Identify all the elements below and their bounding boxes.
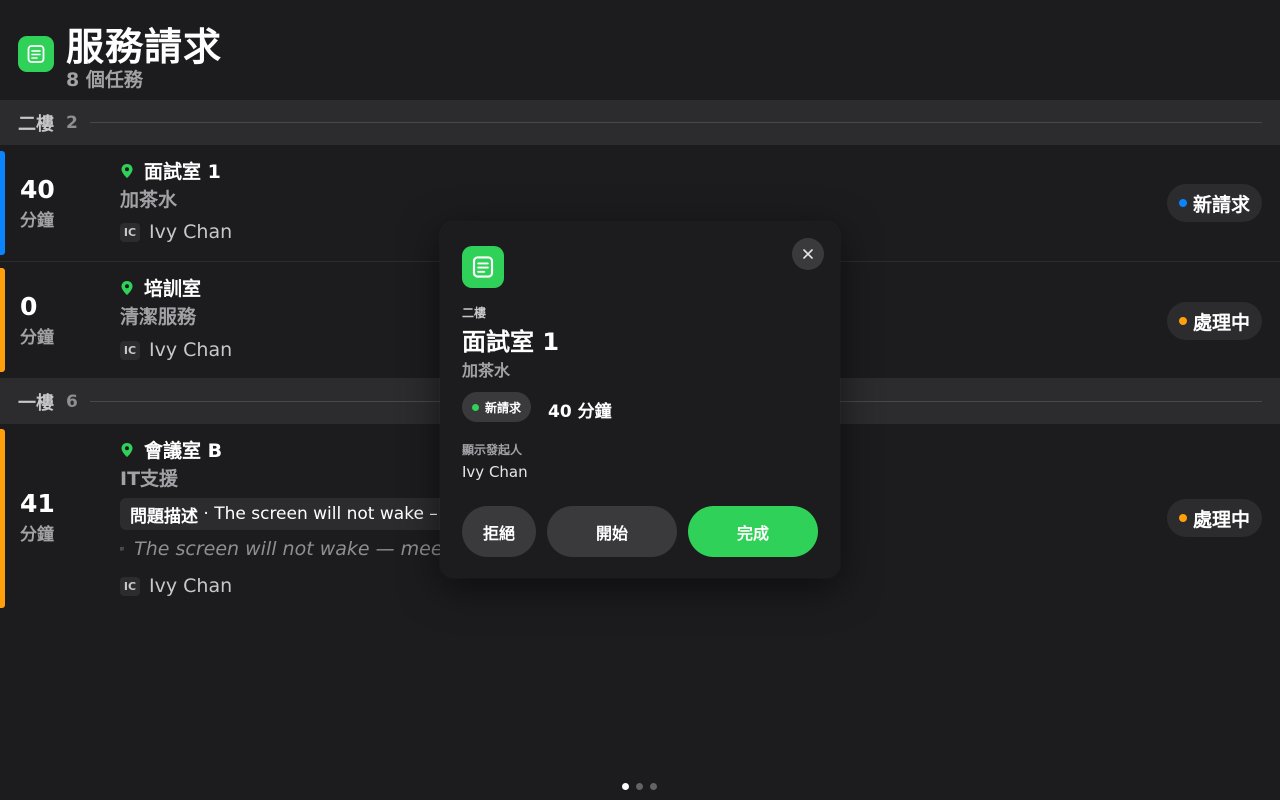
elapsed-minutes: 0 bbox=[20, 292, 38, 321]
page-header: 服務請求 8 個任務 bbox=[18, 14, 1262, 100]
location-name: 培訓室 bbox=[144, 278, 202, 300]
note-text: The screen will not wake — meet bbox=[134, 538, 450, 560]
section-name: 一樓 bbox=[18, 392, 54, 414]
section-name: 二樓 bbox=[18, 113, 54, 135]
reject-button[interactable]: 拒絕 bbox=[462, 506, 536, 557]
service-type: IT支援 bbox=[120, 468, 179, 490]
minutes-unit: 分鐘 bbox=[20, 211, 54, 231]
page-dot-3[interactable] bbox=[650, 783, 657, 790]
service-type: 清潔服務 bbox=[120, 306, 197, 328]
avatar: IC bbox=[120, 340, 140, 360]
modal-elapsed: 40 分鐘 bbox=[548, 402, 612, 422]
description-separator: · bbox=[198, 504, 215, 524]
avatar: IC bbox=[120, 576, 140, 596]
status-label: 處理中 bbox=[1192, 311, 1250, 334]
start-button[interactable]: 開始 bbox=[547, 506, 677, 557]
requester: IC Ivy Chan bbox=[120, 339, 232, 361]
page-title: 服務請求 bbox=[66, 25, 223, 69]
elapsed-minutes: 41 bbox=[20, 489, 55, 518]
location-pin-icon bbox=[121, 442, 133, 457]
requester-label: 顯示發起人 bbox=[462, 443, 523, 457]
page-indicator[interactable] bbox=[622, 783, 664, 790]
requester-name: Ivy Chan bbox=[149, 339, 233, 361]
location-pin-icon bbox=[121, 280, 133, 295]
modal-service: 加茶水 bbox=[462, 361, 511, 380]
status-label: 處理中 bbox=[1192, 508, 1250, 531]
complete-button[interactable]: 完成 bbox=[688, 506, 818, 557]
requester-name: Ivy Chan bbox=[149, 575, 233, 597]
description-label: 問題描述 bbox=[130, 506, 198, 527]
location-name: 會議室 B bbox=[144, 440, 223, 462]
elapsed-minutes: 40 bbox=[20, 175, 55, 204]
request-detail-modal: 二樓 面試室 1 加茶水 新請求 40 分鐘 顯示發起人 Ivy Chan 拒絕… bbox=[440, 222, 840, 578]
location-pin-icon bbox=[121, 163, 133, 178]
section-count: 6 bbox=[66, 391, 78, 412]
comment-icon bbox=[120, 547, 125, 552]
status-bar bbox=[0, 268, 5, 372]
note: The screen will not wake — meet bbox=[120, 538, 450, 560]
requester-name: Ivy Chan bbox=[149, 221, 233, 243]
status-dot bbox=[1178, 199, 1187, 207]
minutes-unit: 分鐘 bbox=[20, 328, 54, 348]
requester: IC Ivy Chan bbox=[120, 575, 232, 597]
avatar: IC bbox=[120, 222, 140, 242]
location: 會議室 B bbox=[120, 436, 222, 463]
task-count: 8 個任務 bbox=[66, 69, 143, 91]
note-icon bbox=[462, 246, 504, 288]
close-icon bbox=[803, 249, 813, 259]
modal-floor: 二樓 bbox=[462, 306, 487, 320]
section-header-floor-2: 二樓 2 bbox=[0, 100, 1280, 145]
page-dot-1[interactable] bbox=[622, 783, 629, 790]
location: 培訓室 bbox=[120, 274, 201, 301]
status-bar bbox=[0, 429, 5, 608]
status-label: 新請求 bbox=[1192, 193, 1250, 216]
status-badge[interactable]: 處理中 bbox=[1166, 499, 1262, 537]
section-divider bbox=[89, 122, 1262, 123]
status-dot bbox=[472, 403, 479, 411]
status-bar bbox=[0, 151, 5, 255]
status-badge: 新請求 bbox=[462, 392, 532, 422]
page-dot-2[interactable] bbox=[636, 783, 643, 790]
modal-room: 面試室 1 bbox=[462, 328, 560, 356]
requester: IC Ivy Chan bbox=[120, 221, 232, 243]
service-type: 加茶水 bbox=[120, 189, 178, 211]
status-dot bbox=[1178, 317, 1187, 325]
description-text: The screen will not wake – bbox=[214, 504, 438, 524]
close-button[interactable] bbox=[792, 238, 824, 270]
location: 面試室 1 bbox=[120, 157, 221, 184]
note-icon bbox=[18, 36, 54, 72]
status-label: 新請求 bbox=[485, 400, 522, 415]
section-count: 2 bbox=[66, 112, 78, 133]
requester-name: Ivy Chan bbox=[462, 463, 528, 481]
status-badge[interactable]: 處理中 bbox=[1166, 302, 1262, 340]
location-name: 面試室 1 bbox=[144, 161, 221, 183]
minutes-unit: 分鐘 bbox=[20, 525, 54, 545]
status-badge[interactable]: 新請求 bbox=[1166, 184, 1262, 222]
status-dot bbox=[1178, 514, 1187, 522]
description-chip: 問題描述 · The screen will not wake – bbox=[120, 498, 448, 530]
